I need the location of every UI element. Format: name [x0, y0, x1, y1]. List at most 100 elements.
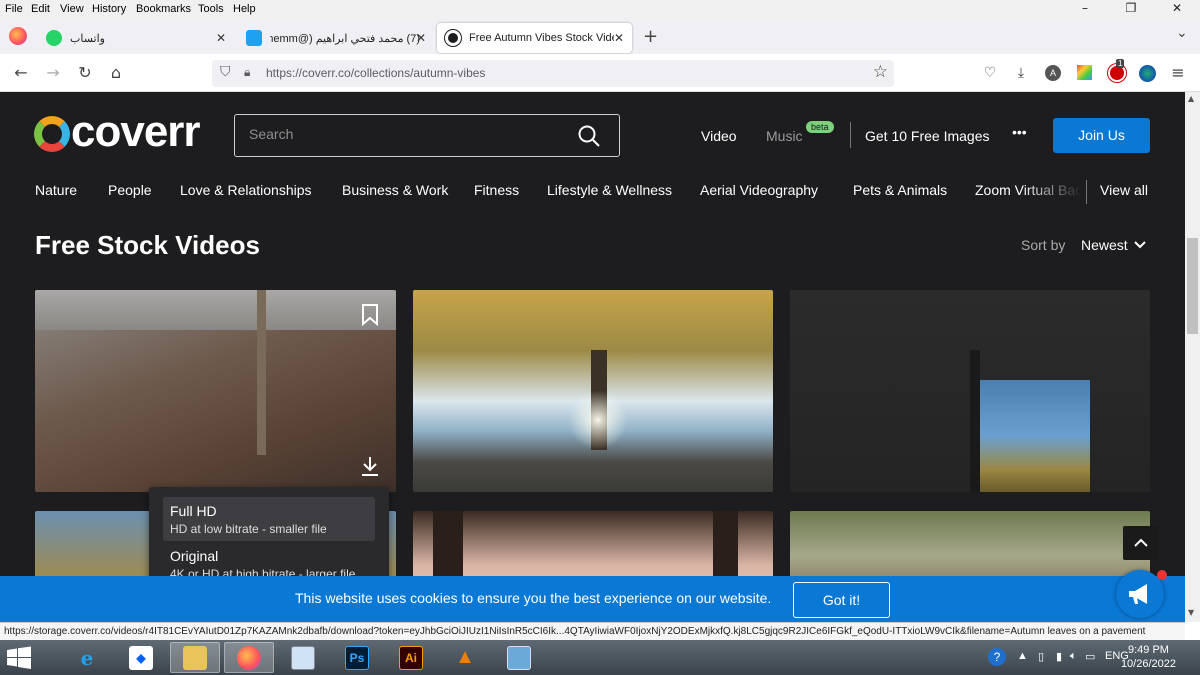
account-icon[interactable]: A [1045, 65, 1061, 81]
bookmark-icon[interactable] [360, 304, 380, 326]
coverr-favicon [445, 30, 461, 46]
pocket-icon[interactable]: ♡ [980, 63, 1000, 83]
extension-badge: 1 [1116, 59, 1125, 68]
scroll-down-arrow-icon[interactable]: ▼ [1188, 608, 1194, 617]
help-icon[interactable]: ? [988, 648, 1006, 666]
coverr-logo[interactable]: coverr [34, 110, 201, 154]
show-hidden-icons-icon[interactable]: ▲ [1017, 650, 1028, 662]
more-options-icon[interactable]: ••• [1012, 124, 1027, 140]
notification-dot [1157, 570, 1167, 580]
nav-video[interactable]: Video [701, 128, 737, 144]
search-icon[interactable] [577, 124, 601, 148]
back-to-top-button[interactable] [1123, 526, 1159, 560]
close-tab-icon[interactable]: ✕ [216, 31, 226, 45]
category-people[interactable]: People [108, 182, 152, 198]
category-fitness[interactable]: Fitness [474, 182, 519, 198]
clock-date: 10/26/2022 [1120, 658, 1176, 670]
hamburger-menu-icon[interactable]: ≡ [1168, 63, 1188, 83]
battery-icon[interactable]: ▯ [1038, 650, 1044, 663]
got-it-button[interactable]: Got it! [793, 582, 890, 618]
download-option-full-hd[interactable]: Full HD HD at low bitrate - smaller file [163, 497, 375, 541]
lock-icon[interactable]: 🔒︎ [244, 65, 250, 80]
tab-coverr[interactable]: Free Autumn Vibes Stock Video ✕ [437, 23, 632, 53]
taskbar-control-panel[interactable] [278, 642, 328, 673]
category-pets-animals[interactable]: Pets & Animals [853, 182, 947, 198]
close-tab-icon[interactable]: ✕ [416, 31, 426, 45]
chevron-up-icon [1134, 538, 1148, 547]
twitter-icon [246, 30, 262, 46]
url-bar[interactable]: ⛉ 🔒︎ https://coverr.co/collections/autum… [212, 60, 894, 87]
join-us-button[interactable]: Join Us [1053, 118, 1150, 153]
logo-ring-icon [34, 116, 70, 152]
taskbar-remote-desktop[interactable] [494, 642, 544, 673]
download-icon[interactable] [360, 455, 380, 477]
menu-file[interactable]: File [5, 3, 23, 15]
taskbar-vlc[interactable]: ▲ [440, 642, 490, 673]
menu-bookmarks[interactable]: Bookmarks [136, 3, 191, 15]
menu-history[interactable]: History [92, 3, 126, 15]
category-aerial-videography[interactable]: Aerial Videography [700, 182, 818, 198]
video-card-tree-sunlight[interactable] [413, 290, 773, 492]
close-window-button[interactable]: ✕ [1154, 0, 1200, 19]
page-scrollbar[interactable]: ▲ ▼ [1185, 92, 1200, 622]
coverr-page: coverr Video Music beta Get 10 Free Imag… [0, 92, 1185, 622]
scroll-up-arrow-icon[interactable]: ▲ [1188, 94, 1194, 103]
taskbar-file-explorer[interactable] [170, 642, 220, 673]
url-text[interactable]: https://coverr.co/collections/autumn-vib… [266, 66, 485, 80]
view-all-link[interactable]: View all [1100, 182, 1148, 198]
status-bar-link: https://storage.coverr.co/videos/r4IT81C… [0, 622, 1185, 640]
firefox-view-icon[interactable] [9, 27, 27, 45]
list-tabs-button[interactable]: ⌄ [1176, 25, 1188, 41]
wall-shape [35, 290, 396, 330]
nav-free-images[interactable]: Get 10 Free Images [865, 128, 990, 144]
category-business-work[interactable]: Business & Work [342, 182, 448, 198]
shield-icon[interactable]: ⛉ [220, 64, 231, 80]
globe-extension-icon[interactable] [1139, 65, 1156, 82]
network-icon[interactable]: ▮ [1056, 650, 1062, 663]
taskbar-illustrator[interactable]: Ai [386, 642, 436, 673]
action-center-icon[interactable]: ▭ [1085, 650, 1095, 663]
photoshop-icon: Ps [345, 645, 369, 670]
category-lifestyle-wellness[interactable]: Lifestyle & Wellness [547, 182, 672, 198]
extension-color-icon[interactable] [1077, 65, 1092, 80]
scrollbar-thumb[interactable] [1187, 238, 1198, 334]
menu-edit[interactable]: Edit [31, 3, 50, 15]
navigation-toolbar: ← → ↻ ⌂ ⛉ 🔒︎ https://coverr.co/collectio… [0, 54, 1200, 92]
tree-trunk-shape [257, 290, 266, 455]
minimize-button[interactable]: – [1062, 0, 1108, 19]
reload-icon[interactable]: ↻ [75, 63, 95, 83]
volume-icon[interactable]: 🔈︎ [1070, 650, 1077, 663]
downloads-icon[interactable]: ⤓ [1011, 63, 1031, 83]
sort-dropdown[interactable]: Newest [1081, 237, 1146, 253]
category-love-relationships[interactable]: Love & Relationships [180, 182, 312, 198]
bookmark-star-icon[interactable]: ☆ [873, 62, 888, 82]
search-box[interactable] [234, 114, 620, 157]
home-icon[interactable]: ⌂ [106, 63, 126, 83]
forward-icon[interactable]: → [43, 63, 63, 83]
close-tab-icon[interactable]: ✕ [614, 31, 624, 45]
back-icon[interactable]: ← [11, 63, 31, 83]
nav-music[interactable]: Music [766, 128, 803, 144]
search-input[interactable] [249, 126, 549, 142]
menu-help[interactable]: Help [233, 3, 256, 15]
system-clock[interactable]: 9:49 PM 10/26/2022 [1121, 643, 1176, 671]
new-tab-button[interactable]: + [643, 26, 658, 47]
windows-start-icon[interactable] [6, 646, 32, 670]
category-nature[interactable]: Nature [35, 182, 77, 198]
menu-tools[interactable]: Tools [198, 3, 224, 15]
restore-button[interactable]: ❐ [1108, 0, 1154, 19]
taskbar-dropbox[interactable]: ◆ [116, 642, 166, 673]
taskbar-ie[interactable]: e [62, 642, 112, 673]
page-title: Free Stock Videos [35, 230, 260, 260]
window-controls: – ❐ ✕ [1062, 0, 1200, 19]
menu-bar: File Edit View History Bookmarks Tools H… [0, 0, 1200, 19]
taskbar-photoshop[interactable]: Ps [332, 642, 382, 673]
divider [850, 122, 851, 148]
tab-whatsapp[interactable]: واتساب ✕ [38, 23, 234, 53]
video-card-window-view[interactable] [790, 290, 1150, 492]
taskbar-firefox[interactable] [224, 642, 274, 673]
video-card-autumn-leaves-pavement[interactable] [35, 290, 396, 492]
tab-bar: واتساب ✕ (7) محمد فتحي ابراهيم (@memm ✕ … [0, 19, 1200, 54]
tab-twitter[interactable]: (7) محمد فتحي ابراهيم (@memm ✕ [238, 23, 434, 53]
menu-view[interactable]: View [60, 3, 84, 15]
